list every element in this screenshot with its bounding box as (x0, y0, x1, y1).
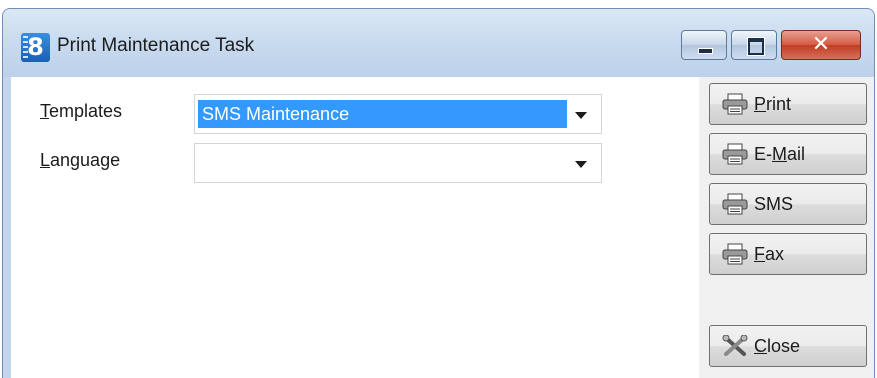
fax-label: Fax (754, 244, 785, 264)
language-label: Language (40, 150, 121, 170)
app-icon: 8 (21, 33, 50, 62)
sms-button[interactable]: SMS (709, 183, 867, 225)
chevron-down-icon[interactable] (575, 112, 587, 119)
templates-value: SMS Maintenance (198, 100, 567, 128)
templates-label: Templates (40, 101, 123, 121)
templates-dropdown[interactable]: SMS Maintenance (194, 94, 602, 134)
print-button[interactable]: Print (709, 83, 867, 125)
close-window-button[interactable]: ✕ (781, 30, 861, 60)
printer-icon (722, 243, 748, 265)
print-label: Print (754, 94, 792, 114)
printer-icon (722, 93, 748, 115)
maximize-icon (748, 38, 764, 55)
maximize-button[interactable] (731, 30, 777, 60)
minimize-button[interactable] (681, 30, 727, 60)
language-dropdown[interactable] (194, 143, 602, 183)
title-bar[interactable]: 8 Print Maintenance Task ✕ (3, 9, 874, 77)
printer-icon (722, 193, 748, 215)
fax-button[interactable]: Fax (709, 233, 867, 275)
tools-icon (722, 335, 748, 356)
close-label: Close (754, 336, 801, 356)
language-value (198, 149, 567, 177)
window-title: Print Maintenance Task (57, 35, 255, 56)
sms-label: SMS (754, 194, 794, 214)
printer-icon (722, 143, 748, 165)
minimize-icon (698, 48, 713, 54)
window-frame (3, 77, 11, 378)
close-button[interactable]: Close (709, 325, 867, 367)
email-label: E-Mail (754, 144, 806, 164)
action-panel: Print E-Mail SMS Fax Close (699, 77, 874, 378)
close-icon: ✕ (811, 32, 831, 57)
form-area: Templates SMS Maintenance Language (11, 77, 699, 378)
chevron-down-icon[interactable] (575, 161, 587, 168)
dialog-window: 8 Print Maintenance Task ✕ Templates SMS… (2, 8, 875, 378)
email-button[interactable]: E-Mail (709, 133, 867, 175)
